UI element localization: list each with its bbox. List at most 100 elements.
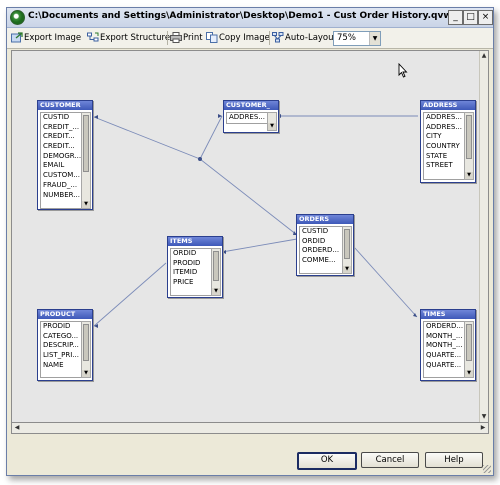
export-image-icon — [11, 32, 23, 43]
scroll-down-arrow-icon[interactable]: ▼ — [465, 370, 473, 377]
table-scrollbar[interactable]: ▼ — [267, 112, 277, 131]
table-orders-title: ORDERS — [297, 215, 353, 224]
table-product[interactable]: PRODUCT PRODID CATEGO... DESCRIP... LIST… — [37, 309, 93, 381]
field-row[interactable]: QUARTE... — [424, 361, 464, 371]
scroll-down-arrow-icon[interactable]: ▼ — [212, 288, 220, 295]
scroll-thumb[interactable] — [83, 324, 89, 361]
scroll-down-arrow-icon[interactable]: ▼ — [82, 370, 90, 377]
table-customer-address[interactable]: CUSTOMER_ ADDRES... ▼ — [223, 100, 279, 133]
scroll-down-arrow-icon[interactable]: ▼ — [343, 266, 351, 273]
title-bar[interactable]: C:\Documents and Settings\Administrator\… — [7, 8, 493, 28]
scroll-thumb[interactable] — [213, 251, 219, 281]
field-row[interactable]: QUARTE... — [424, 351, 464, 361]
field-row[interactable]: ORDID — [171, 249, 211, 259]
table-times-title: TIMES — [421, 310, 475, 319]
scroll-thumb[interactable] — [466, 324, 472, 361]
table-items[interactable]: ITEMS ORDID PRODID ITEMID PRICE ▼ — [167, 236, 223, 298]
qlikview-app-icon — [10, 10, 25, 25]
field-row[interactable]: CREDIT... — [41, 132, 81, 142]
field-row[interactable]: STATE — [424, 152, 464, 162]
resize-grip-icon[interactable] — [483, 465, 491, 473]
auto-layout-icon — [272, 32, 284, 43]
scroll-down-arrow-icon[interactable]: ▼ — [465, 172, 473, 179]
field-row[interactable]: DEMOGR... — [41, 152, 81, 162]
field-row[interactable]: LIST_PRI... — [41, 351, 81, 361]
copy-image-button[interactable]: Copy Image — [206, 31, 270, 45]
field-list: ADDRES... — [226, 112, 268, 124]
field-row[interactable]: ADDRES... — [424, 123, 464, 133]
minimize-button[interactable]: _ — [448, 10, 463, 25]
field-row[interactable]: CUSTID — [300, 227, 342, 237]
table-structure-canvas[interactable]: CUSTOMER CUSTID CREDIT_... CREDIT... CRE… — [11, 50, 489, 423]
scroll-down-arrow-icon[interactable]: ▼ — [268, 123, 276, 130]
field-row[interactable]: CITY — [424, 132, 464, 142]
scroll-down-arrow-icon[interactable]: ▼ — [82, 201, 90, 208]
help-button[interactable]: Help — [425, 452, 483, 468]
field-row[interactable]: ORDID — [300, 237, 342, 247]
field-row[interactable]: CREDIT... — [41, 142, 81, 152]
scroll-thumb[interactable] — [344, 229, 350, 259]
scroll-up-arrow-icon[interactable]: ▲ — [480, 52, 488, 60]
field-row[interactable]: DESCRIP... — [41, 341, 81, 351]
scroll-thumb[interactable] — [466, 115, 472, 159]
scroll-thumb[interactable] — [83, 115, 89, 172]
canvas-vertical-scrollbar[interactable]: ▲ ▼ — [479, 51, 488, 422]
zoom-select[interactable]: 75% ▼ — [333, 31, 381, 46]
table-scrollbar[interactable]: ▼ — [81, 321, 91, 378]
link-customer-orders — [93, 116, 298, 236]
field-row[interactable]: CUSTOM... — [41, 171, 81, 181]
printer-icon — [170, 32, 182, 43]
field-row[interactable]: CUSTID — [41, 113, 81, 123]
field-list: ADDRES... ADDRES... CITY COUNTRY STATE S… — [423, 112, 465, 180]
field-row[interactable]: MONTH_... — [424, 332, 464, 342]
field-row[interactable]: CREDIT_... — [41, 123, 81, 133]
scroll-right-arrow-icon[interactable]: ▶ — [479, 424, 487, 432]
export-image-button[interactable]: Export Image — [11, 31, 81, 45]
field-row[interactable]: COMME... — [300, 256, 342, 266]
field-row[interactable]: PRODID — [41, 322, 81, 332]
table-orders[interactable]: ORDERS CUSTID ORDID ORDERD... COMME... ▼ — [296, 214, 354, 276]
table-scrollbar[interactable]: ▼ — [342, 226, 352, 274]
link-junction-dot — [198, 157, 202, 161]
table-scrollbar[interactable]: ▼ — [81, 112, 91, 209]
table-address[interactable]: ADDRESS ADDRES... ADDRES... CITY COUNTRY… — [420, 100, 476, 183]
field-row[interactable]: ORDERD... — [300, 246, 342, 256]
auto-layout-label: Auto-Layout — [285, 33, 337, 43]
mouse-cursor-icon — [398, 63, 408, 78]
zoom-value: 75% — [337, 33, 356, 43]
toolbar: Export Image Export Structure Print Copy… — [7, 28, 493, 49]
scroll-down-arrow-icon[interactable]: ▼ — [480, 413, 488, 421]
close-button[interactable]: × — [478, 10, 493, 25]
print-button[interactable]: Print — [170, 31, 203, 45]
cancel-button[interactable]: Cancel — [361, 452, 419, 468]
table-times[interactable]: TIMES ORDERD... MONTH_... MONTH_... QUAR… — [420, 309, 476, 381]
field-row[interactable]: NAME — [41, 361, 81, 371]
field-list: PRODID CATEGO... DESCRIP... LIST_PRI... … — [40, 321, 82, 378]
field-row[interactable]: FRAUD_... — [41, 181, 81, 191]
table-scrollbar[interactable]: ▼ — [211, 248, 221, 296]
scroll-left-arrow-icon[interactable]: ◀ — [13, 424, 21, 432]
chevron-down-icon[interactable]: ▼ — [369, 32, 380, 45]
field-row[interactable]: ORDERD... — [424, 322, 464, 332]
field-row[interactable]: PRICE — [171, 278, 211, 288]
table-scrollbar[interactable]: ▼ — [464, 321, 474, 378]
field-row[interactable]: MONTH_... — [424, 341, 464, 351]
maximize-button[interactable]: □ — [463, 10, 478, 25]
field-row[interactable]: ADDRES... — [424, 113, 464, 123]
export-structure-button[interactable]: Export Structure — [87, 31, 170, 45]
field-row[interactable]: CATEGO... — [41, 332, 81, 342]
field-row[interactable]: PRODID — [171, 259, 211, 269]
link-items-orders — [221, 238, 298, 253]
field-row[interactable]: STREET — [424, 161, 464, 171]
table-scrollbar[interactable]: ▼ — [464, 112, 474, 180]
table-viewer-window: C:\Documents and Settings\Administrator\… — [6, 7, 494, 476]
field-row[interactable]: EMAIL — [41, 161, 81, 171]
field-row[interactable]: COUNTRY — [424, 142, 464, 152]
table-customer[interactable]: CUSTOMER CUSTID CREDIT_... CREDIT... CRE… — [37, 100, 93, 210]
field-row[interactable]: ITEMID — [171, 268, 211, 278]
field-row[interactable]: NUMBER... — [41, 191, 81, 201]
field-row[interactable]: ADDRES... — [227, 113, 267, 123]
ok-button[interactable]: OK — [297, 452, 357, 470]
auto-layout-button[interactable]: Auto-Layout — [272, 31, 337, 45]
canvas-horizontal-scrollbar[interactable]: ◀ ▶ — [11, 422, 489, 434]
